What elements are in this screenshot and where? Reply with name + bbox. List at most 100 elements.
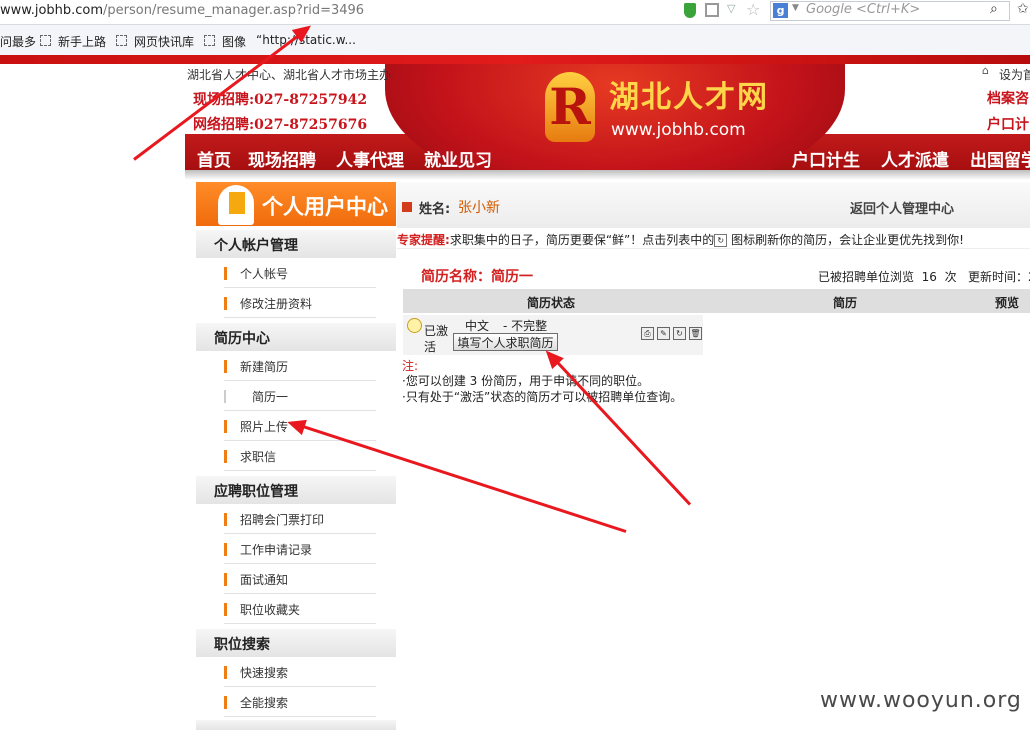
sidebar-item-applications[interactable]: 工作申请记录 [224, 535, 376, 564]
lightbulb-icon [407, 318, 422, 333]
col-resume: 简历 [833, 296, 858, 310]
sidebar-item-advanced-search[interactable]: 全能搜索 [224, 688, 376, 717]
sidebar-item-label: 面试通知 [240, 573, 289, 587]
note-line: ·只有处于“激活”状态的简历才可以被招聘单位查询。 [402, 390, 683, 404]
item-marker [224, 420, 227, 433]
item-marker [224, 513, 227, 526]
online-phone: 网络招聘:027-87257676 [193, 117, 368, 133]
sidebar-item-label: 新建简历 [240, 360, 289, 374]
site-banner: 湖北省人才中心、湖北省人才市场主办 现场招聘:027-87257942 网络招聘… [185, 64, 1030, 180]
site-url: www.jobhb.com [611, 120, 746, 140]
page-top-strip [0, 55, 1030, 64]
site-logo-icon[interactable]: R [545, 72, 595, 142]
nav-hukou[interactable]: 户口计生 [792, 146, 860, 171]
sidebar-item-label: 招聘会门票打印 [240, 513, 325, 527]
section-label: 个人帐户管理 [214, 238, 298, 254]
bookmark-item[interactable]: 网页快讯库 [134, 33, 194, 50]
google-icon[interactable]: g [773, 3, 788, 18]
gift-icon-inner [229, 192, 245, 214]
refresh-icon[interactable]: ↻ [673, 327, 686, 340]
sidebar-item-label: 求职信 [240, 450, 277, 464]
item-marker [224, 573, 227, 586]
mail-icon [402, 202, 412, 212]
nav-onsite-recruit[interactable]: 现场招聘 [248, 146, 316, 171]
resume-completeness: - 不完整 [503, 319, 548, 333]
sidebar-item-new-resume[interactable]: 新建简历 [224, 352, 376, 381]
item-marker [224, 696, 227, 709]
sidebar-item-label: 快速搜索 [240, 666, 289, 680]
sidebar-item-label: 全能搜索 [240, 696, 289, 710]
resume-table-header [403, 289, 1030, 313]
write-resume-button[interactable]: 填写个人求职简历 [453, 333, 558, 351]
nav-internship[interactable]: 就业见习 [424, 146, 492, 171]
sidebar-item-quick-search[interactable]: 快速搜索 [224, 658, 376, 687]
search-icon[interactable]: ⌕ [990, 1, 998, 17]
item-marker [224, 666, 227, 679]
section-label: 职位搜索 [214, 637, 270, 653]
bookmark-star-icon[interactable]: ☆ [746, 0, 760, 19]
sidebar-item-label: 修改注册资料 [240, 297, 313, 311]
user-sidebar: 个人用户中心 个人帐户管理 个人帐号 修改注册资料 简历中心 新建简历 简历一 … [196, 182, 396, 730]
bookmark-item[interactable]: 问最多 [0, 33, 36, 50]
note-line: ·您可以创建 3 份简历，用于申请不同的职位。 [402, 374, 650, 388]
main-content: 姓名: 张小新 返回个人管理中心 专家提醒:求职集中的日子，简历更要保“鲜”！点… [397, 182, 1030, 730]
delete-icon[interactable]: 🗑 [689, 327, 702, 340]
resume-name: 简历名称：简历一 [421, 269, 533, 285]
tip-text: 专家提醒:求职集中的日子，简历更要保“鲜”！点击列表中的 ↻ 图标刷新你的简历，会… [397, 233, 964, 247]
dropdown-arrow-icon[interactable]: ▽ [727, 2, 735, 15]
search-engine-dropdown-icon[interactable]: ▼ [792, 3, 799, 13]
sidebar-item-ticket-print[interactable]: 招聘会门票打印 [224, 505, 376, 534]
search-placeholder: Google <Ctrl+K> [806, 2, 921, 17]
sidebar-item-cover-letter[interactable]: 求职信 [224, 442, 376, 471]
bookmarks-icon[interactable]: ✩ [1017, 1, 1029, 17]
item-marker [224, 297, 227, 310]
back-to-center-link[interactable]: 返回个人管理中心 [850, 198, 954, 217]
sidebar-item-favorites[interactable]: 职位收藏夹 [224, 595, 376, 624]
col-status: 简历状态 [527, 296, 576, 310]
sidebar-item-resume-one[interactable]: 简历一 [224, 382, 376, 411]
qr-code-icon[interactable] [705, 3, 719, 17]
refresh-icon: ↻ [714, 234, 728, 247]
sidebar-item-label: 个人帐号 [240, 267, 289, 281]
name-value: 张小新 [458, 200, 500, 216]
sidebar-item-interviews[interactable]: 面试通知 [224, 565, 376, 594]
edit-icon[interactable]: ✎ [657, 327, 670, 340]
nav-study-abroad[interactable]: 出国留学 [970, 146, 1030, 171]
section-next [196, 720, 396, 730]
item-marker [224, 390, 226, 403]
archive-consult-link[interactable]: 档案咨 [987, 88, 1029, 108]
sidebar-item-account[interactable]: 个人帐号 [224, 259, 376, 288]
view-stats: 已被招聘单位浏览 16 次 更新时间：20 [818, 270, 1030, 284]
bookmark-folder-icon [116, 35, 127, 46]
nav-personnel-agency[interactable]: 人事代理 [336, 146, 404, 171]
bookmark-folder-icon [40, 35, 51, 46]
bookmark-item[interactable]: 新手上路 [58, 33, 106, 50]
watermark: www.wooyun.org [820, 688, 1022, 713]
bookmark-item[interactable]: 图像 [222, 33, 246, 50]
item-marker [224, 450, 227, 463]
site-name: 湖北人才网 [609, 80, 769, 115]
section-label: 简历中心 [214, 331, 270, 347]
security-shield-icon [684, 3, 696, 18]
section-label: 应聘职位管理 [214, 484, 298, 500]
nav-shadow [185, 170, 1030, 180]
sidebar-item-label: 简历一 [252, 390, 289, 404]
sidebar-item-label: 照片上传 [240, 420, 289, 434]
url-text[interactable]: www.jobhb.com/person/resume_manager.asp?… [0, 3, 364, 18]
name-label: 姓名: [419, 202, 451, 217]
nav-home[interactable]: 首页 [197, 146, 231, 171]
sidebar-item-edit-profile[interactable]: 修改注册资料 [224, 289, 376, 318]
item-marker [224, 360, 227, 373]
item-marker [224, 603, 227, 616]
home-icon: ⌂ [982, 64, 989, 77]
resume-language: 中文 [465, 319, 490, 333]
hukou-link[interactable]: 户口计 [987, 114, 1029, 134]
print-icon[interactable]: ⎙ [641, 327, 654, 340]
item-marker [224, 267, 227, 280]
item-marker [224, 543, 227, 556]
bookmark-folder-icon [204, 35, 215, 46]
set-homepage-link[interactable]: 设为首 [999, 66, 1030, 83]
sidebar-title: 个人用户中心 [262, 195, 388, 219]
sidebar-item-label: 工作申请记录 [240, 543, 313, 557]
nav-dispatch[interactable]: 人才派遣 [881, 146, 949, 171]
